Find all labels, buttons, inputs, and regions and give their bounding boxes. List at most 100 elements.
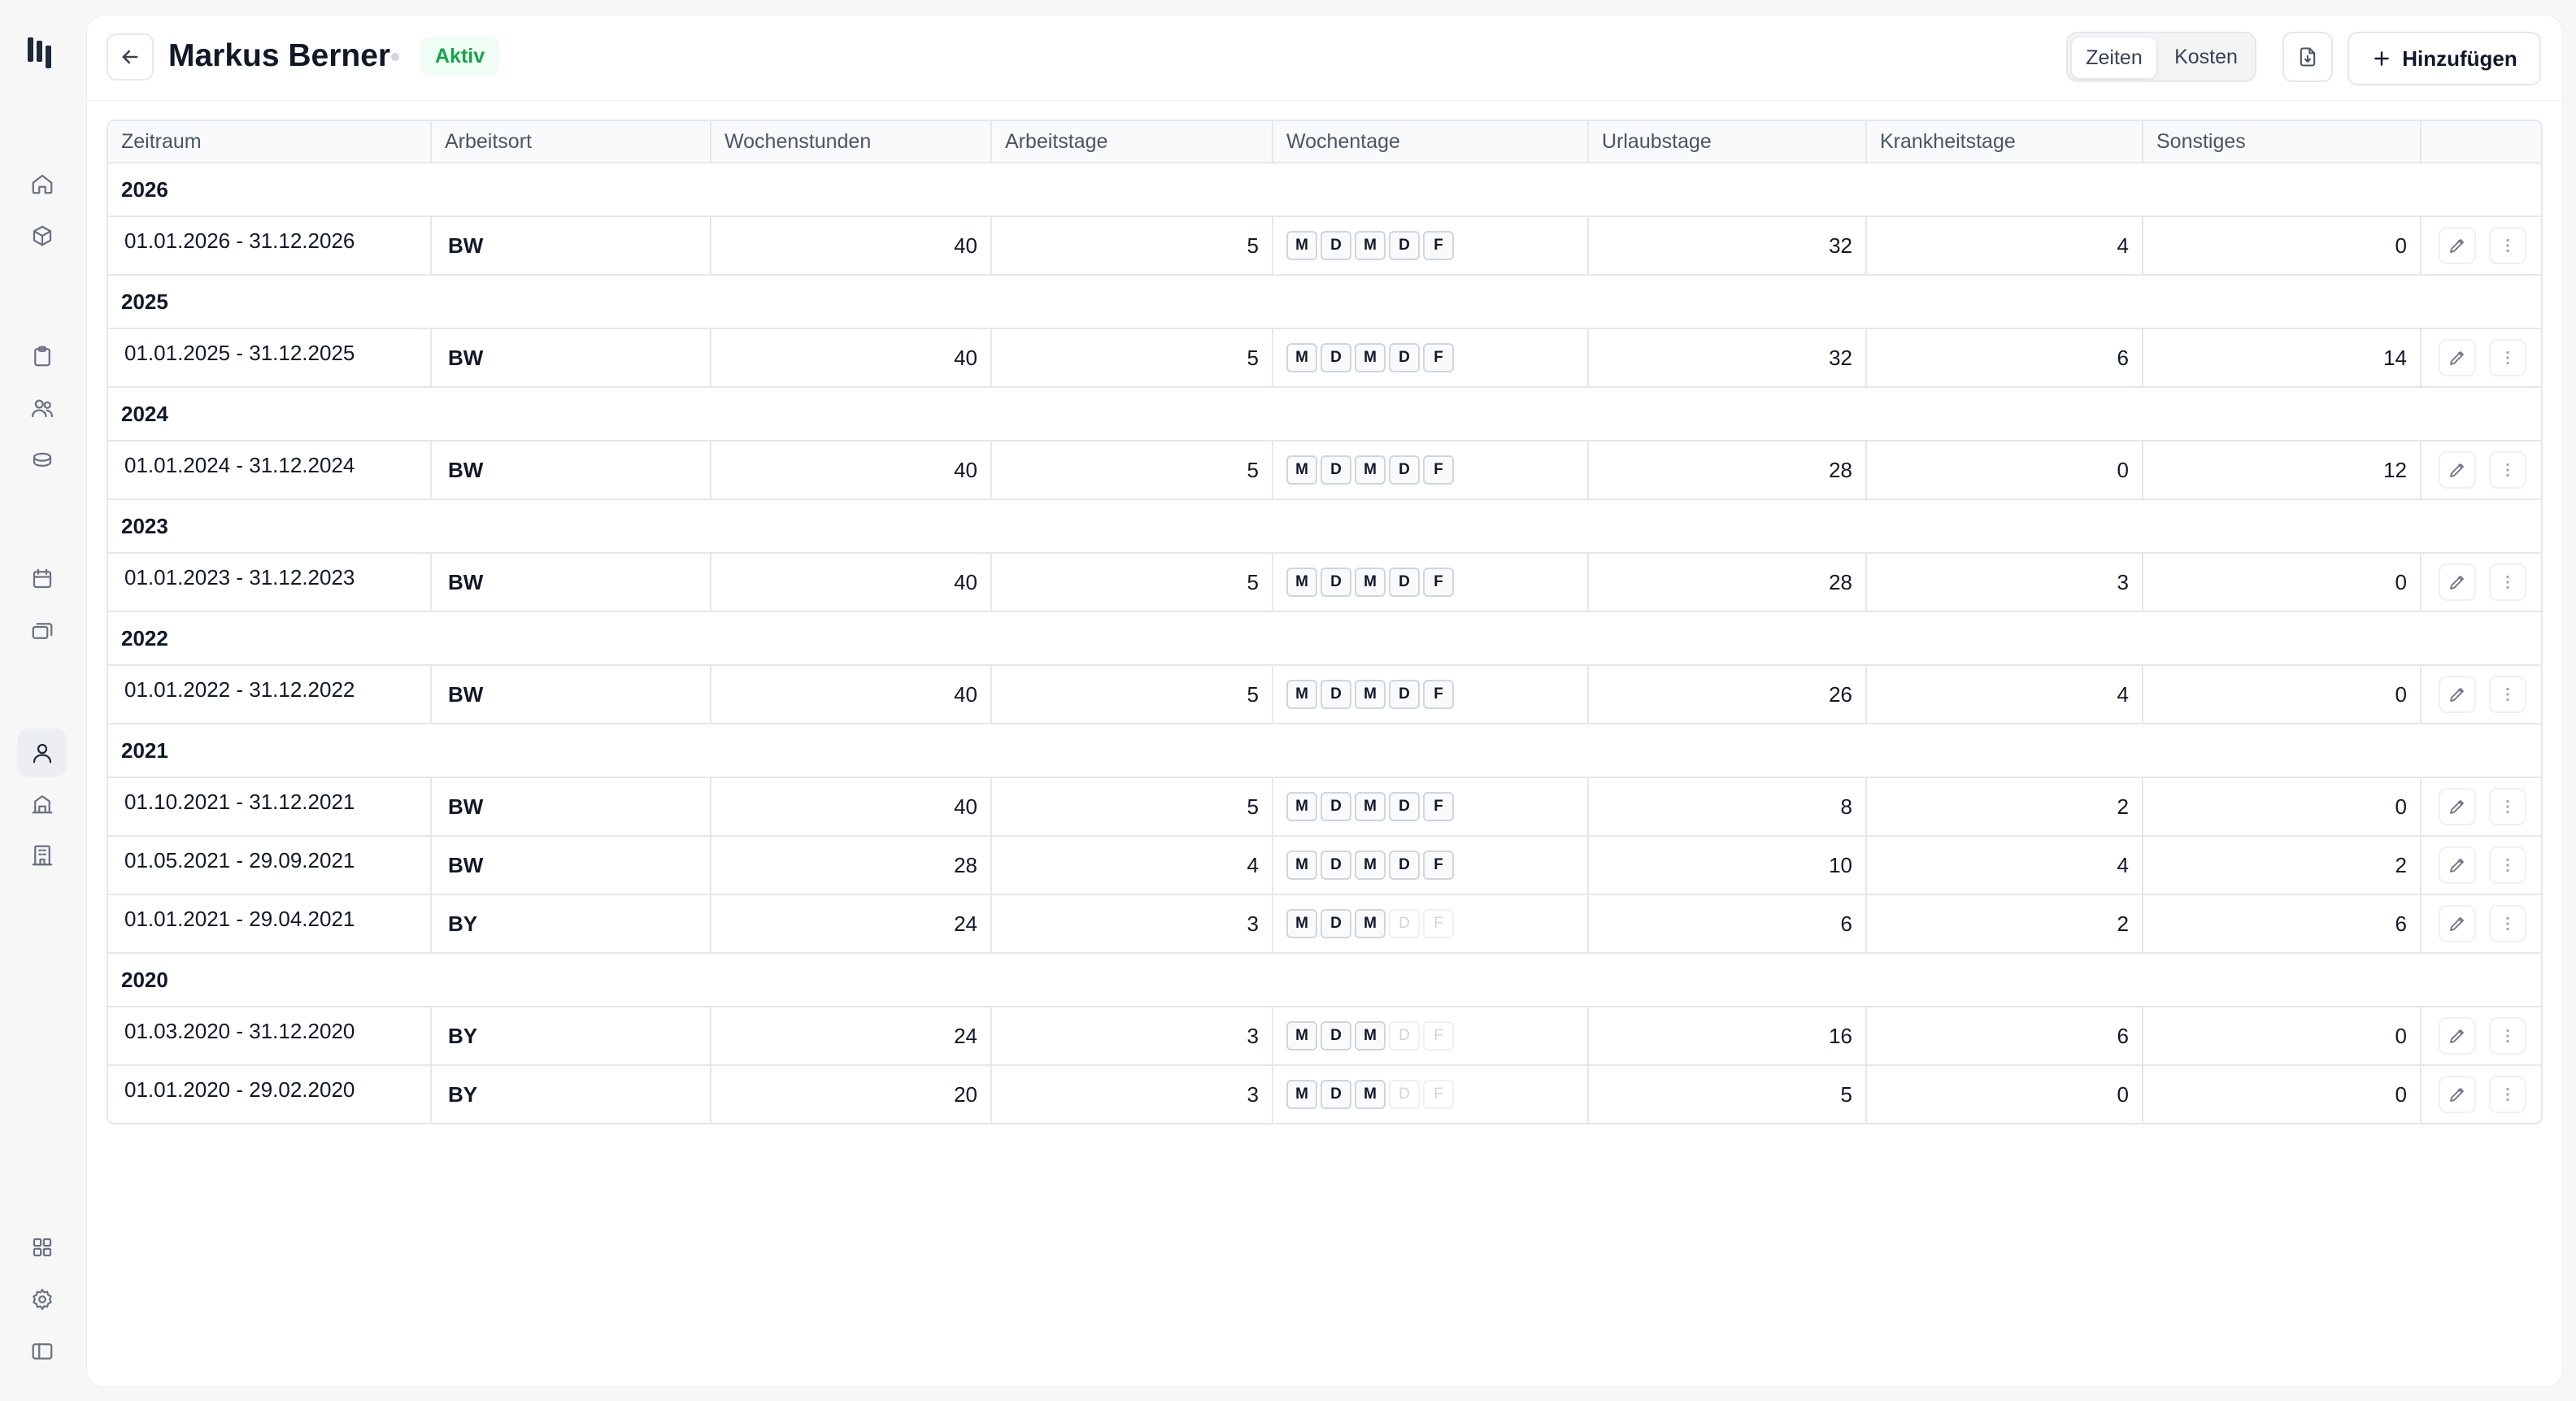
edit-row-button[interactable]: [2439, 846, 2476, 884]
office-icon[interactable]: [26, 839, 59, 872]
gear-icon[interactable]: [26, 1283, 59, 1316]
export-document-button[interactable]: [2282, 32, 2333, 82]
main-panel: Markus Berner Aktiv Zeiten Kosten Hinzuf…: [86, 15, 2563, 1387]
row-menu-button[interactable]: [2489, 227, 2526, 264]
table-row[interactable]: 01.01.2024 - 31.12.2024 BW 40 5 M D M D F 28 0 12: [108, 442, 2541, 500]
weekday-chip: M: [1286, 343, 1317, 372]
weekday-chip: M: [1355, 909, 1386, 938]
table-row[interactable]: 01.01.2025 - 31.12.2025 BW 40 5 M D M D F 32 6 14: [108, 329, 2541, 388]
weekday-chip: M: [1286, 568, 1317, 597]
table-row[interactable]: 01.10.2021 - 31.12.2021 BW 40 5 M D M D F 8 2 0: [108, 778, 2541, 837]
column-zeitraum-header[interactable]: Zeitraum: [108, 121, 432, 162]
column-arbeitsort-header[interactable]: Arbeitsort: [432, 121, 711, 162]
weekday-chip: M: [1286, 455, 1317, 485]
weekly-hours-cell: 40: [711, 666, 992, 723]
column-urlaubstage-header[interactable]: Urlaubstage: [1589, 121, 1867, 162]
row-menu-button[interactable]: [2489, 846, 2526, 884]
edit-row-button[interactable]: [2439, 905, 2476, 942]
column-wochentage-header[interactable]: Wochentage: [1273, 121, 1589, 162]
edit-row-button[interactable]: [2439, 339, 2476, 376]
weekly-hours-cell: 24: [711, 895, 992, 952]
weekday-chip: F: [1423, 568, 1454, 597]
weekday-chip: D: [1389, 231, 1420, 260]
row-menu-button[interactable]: [2489, 788, 2526, 825]
weekday-chip: D: [1389, 1080, 1420, 1109]
period-cell: 01.01.2022 - 31.12.2022: [108, 666, 432, 723]
vacation-days-cell: 32: [1589, 217, 1867, 274]
row-menu-button[interactable]: [2489, 676, 2526, 713]
period-cell: 01.01.2024 - 31.12.2024: [108, 442, 432, 498]
edit-row-button[interactable]: [2439, 563, 2476, 601]
weekday-chip: M: [1355, 1021, 1386, 1051]
row-menu-button[interactable]: [2489, 1076, 2526, 1113]
period-cell: 01.05.2021 - 29.09.2021: [108, 837, 432, 894]
page-title: Markus Berner: [168, 38, 391, 73]
app-logo[interactable]: [28, 36, 57, 68]
table-row[interactable]: 01.05.2021 - 29.09.2021 BW 28 4 M D M D F 10 4 2: [108, 837, 2541, 895]
user-icon[interactable]: [18, 729, 67, 777]
column-actions-header[interactable]: [2422, 121, 2541, 162]
location-cell: BW: [432, 217, 711, 274]
layers-icon[interactable]: [26, 615, 59, 647]
row-menu-button[interactable]: [2489, 339, 2526, 376]
column-krankheitstage-header[interactable]: Krankheitstage: [1867, 121, 2143, 162]
table-row[interactable]: 01.01.2020 - 29.02.2020 BY 20 3 M D M D F 5 0 0: [108, 1066, 2541, 1123]
edit-row-button[interactable]: [2439, 451, 2476, 489]
tab-zeiten[interactable]: Zeiten: [2071, 37, 2157, 79]
table-row[interactable]: 01.03.2020 - 31.12.2020 BY 24 3 M D M D F 16 6 0: [108, 1007, 2541, 1066]
row-menu-button[interactable]: [2489, 905, 2526, 942]
clipboard-icon[interactable]: [26, 340, 59, 372]
weekly-hours-cell: 40: [711, 329, 992, 386]
table-row[interactable]: 01.01.2026 - 31.12.2026 BW 40 5 M D M D F 32 4 0: [108, 217, 2541, 276]
period-cell: 01.03.2020 - 31.12.2020: [108, 1007, 432, 1064]
column-arbeitstage-header[interactable]: Arbeitstage: [992, 121, 1273, 162]
sidebar-toggle-icon[interactable]: [26, 1335, 59, 1368]
table-row[interactable]: 01.01.2021 - 29.04.2021 BY 24 3 M D M D F 6 2 6: [108, 895, 2541, 954]
weekday-chip: M: [1286, 231, 1317, 260]
vacation-days-cell: 8: [1589, 778, 1867, 835]
edit-row-button[interactable]: [2439, 788, 2476, 825]
edit-row-button[interactable]: [2439, 1076, 2476, 1113]
row-menu-button[interactable]: [2489, 1017, 2526, 1055]
tab-kosten[interactable]: Kosten: [2160, 37, 2252, 77]
edit-row-button[interactable]: [2439, 227, 2476, 264]
sick-days-cell: 4: [1867, 837, 2143, 894]
weekday-chip: M: [1355, 568, 1386, 597]
edit-row-button[interactable]: [2439, 676, 2476, 713]
calendar-icon[interactable]: [26, 563, 59, 595]
table-row[interactable]: 01.01.2023 - 31.12.2023 BW 40 5 M D M D F 28 3 0: [108, 554, 2541, 612]
file-icon: [2300, 47, 2316, 67]
vacation-days-cell: 32: [1589, 329, 1867, 386]
weekday-chip: M: [1355, 680, 1386, 709]
weekday-chip: D: [1321, 1021, 1351, 1051]
back-button[interactable]: [107, 33, 154, 80]
grid-icon[interactable]: [26, 1231, 59, 1264]
edit-row-button[interactable]: [2439, 1017, 2476, 1055]
row-menu-button[interactable]: [2489, 563, 2526, 601]
database-icon[interactable]: [26, 444, 59, 476]
row-menu-button[interactable]: [2489, 451, 2526, 489]
box-icon[interactable]: [26, 220, 59, 252]
column-wochenstunden-header[interactable]: Wochenstunden: [711, 121, 992, 162]
weekday-chip: D: [1389, 792, 1420, 821]
add-button[interactable]: Hinzufügen: [2348, 32, 2541, 85]
table-row[interactable]: 01.01.2022 - 31.12.2022 BW 40 5 M D M D F 26 4 0: [108, 666, 2541, 724]
weekday-chip: M: [1286, 792, 1317, 821]
weekly-hours-cell: 20: [711, 1066, 992, 1123]
sick-days-cell: 0: [1867, 442, 2143, 498]
pencil-icon: [2450, 1088, 2464, 1102]
users-icon[interactable]: [26, 392, 59, 424]
other-cell: 0: [2143, 1066, 2422, 1123]
home-icon[interactable]: [26, 168, 59, 200]
other-cell: 12: [2143, 442, 2422, 498]
other-cell: 0: [2143, 778, 2422, 835]
weekly-hours-cell: 40: [711, 217, 992, 274]
sick-days-cell: 0: [1867, 1066, 2143, 1123]
row-actions: [2422, 666, 2541, 723]
row-actions: [2422, 329, 2541, 386]
column-sonstiges-header[interactable]: Sonstiges: [2143, 121, 2422, 162]
period-cell: 01.01.2025 - 31.12.2025: [108, 329, 432, 386]
weekday-chip: D: [1389, 455, 1420, 485]
vacation-days-cell: 10: [1589, 837, 1867, 894]
building-icon[interactable]: [26, 787, 59, 820]
